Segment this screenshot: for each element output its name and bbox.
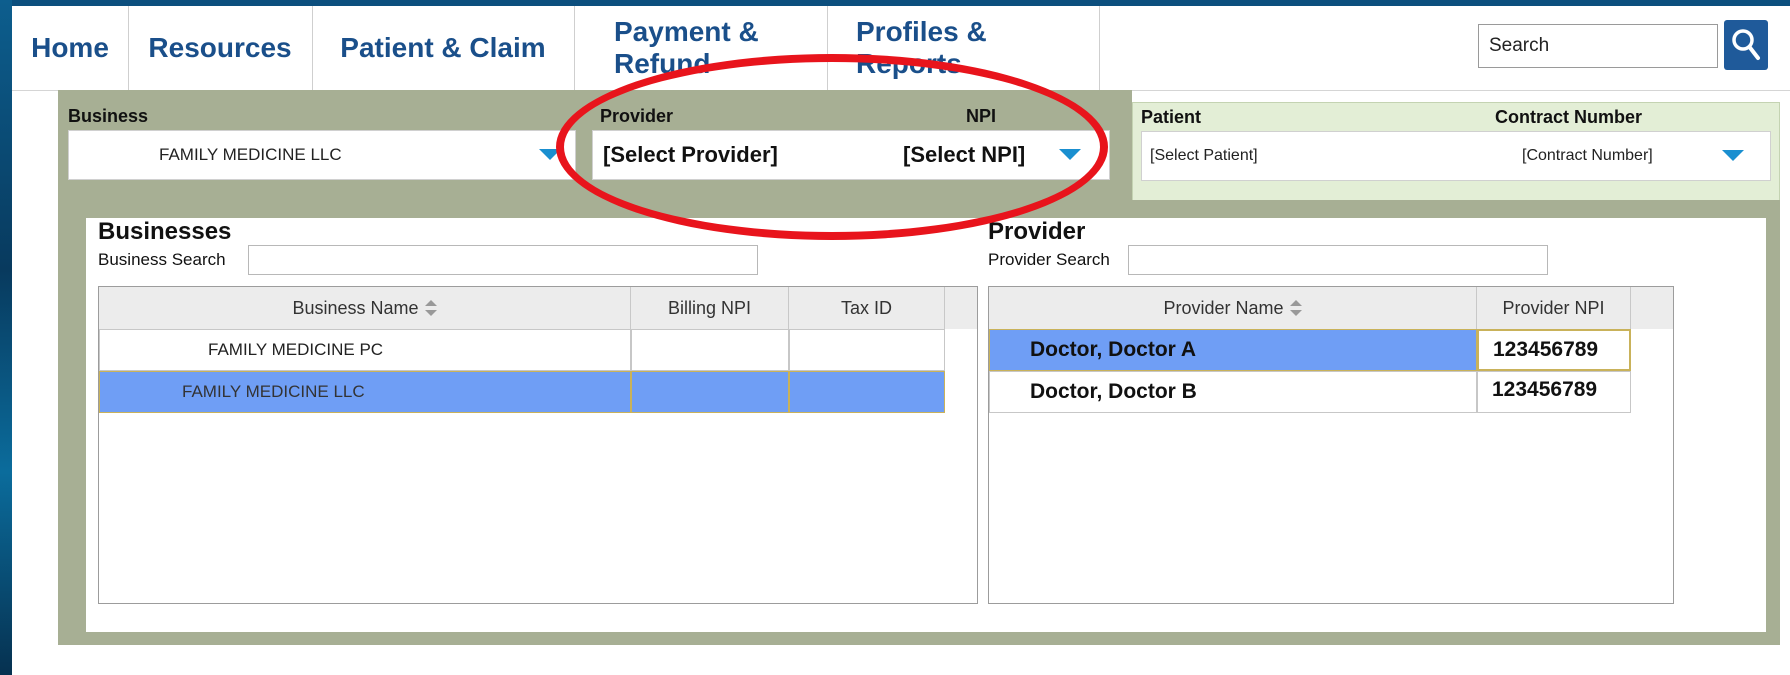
patient-band: Patient Contract Number [Select Patient]… — [1132, 102, 1780, 202]
business-dropdown-value: FAMILY MEDICINE LLC — [159, 145, 342, 164]
nav-home[interactable]: Home — [12, 6, 129, 90]
nav-resources[interactable]: Resources — [128, 6, 313, 90]
business-row-name-selected[interactable]: FAMILY MEDICINE LLC — [99, 371, 631, 413]
nav-profiles-reports[interactable]: Profiles & Reports — [828, 6, 1100, 90]
column-header-spacer — [1631, 287, 1673, 329]
window-frame-left — [0, 0, 12, 675]
patient-dropdown-value: [Select Patient] — [1150, 147, 1258, 164]
business-dropdown[interactable]: FAMILY MEDICINE LLC — [68, 130, 576, 180]
business-label: Business — [68, 106, 149, 126]
provider-npi-dropdown[interactable]: [Select Provider] [Select NPI] — [592, 130, 1110, 180]
column-header-label: Tax ID — [840, 297, 892, 318]
provider-row-npi-selected[interactable]: 123456789 — [1477, 329, 1631, 371]
app-page: Home Resources Patient & Claim Payment &… — [12, 6, 1790, 675]
provider-row-name-selected[interactable]: Doctor, Doctor A — [989, 329, 1477, 371]
search-icon — [1732, 29, 1760, 60]
business-row-name[interactable]: FAMILY MEDICINE PC — [99, 329, 631, 371]
search-button[interactable] — [1724, 20, 1768, 70]
business-row-npi[interactable] — [631, 329, 789, 371]
sort-icon — [1289, 300, 1302, 316]
nav-patient-claim[interactable]: Patient & Claim — [312, 6, 575, 90]
businesses-title: Businesses — [98, 218, 232, 245]
nav-payment-refund[interactable]: Payment & Refund — [574, 6, 828, 90]
column-header-business-name[interactable]: Business Name — [99, 287, 631, 329]
selector-band: Business FAMILY MEDICINE LLC Provider NP… — [58, 90, 1132, 200]
providers-table: Provider Name Provider NPI Doctor, Docto… — [988, 286, 1674, 604]
search-input[interactable] — [1478, 24, 1718, 68]
npi-label: NPI — [966, 106, 997, 126]
column-header-label: Provider Name — [1163, 297, 1284, 318]
provider-search-input[interactable] — [1128, 245, 1548, 275]
business-search-label: Business Search — [98, 250, 226, 269]
patient-label: Patient — [1141, 107, 1202, 127]
column-header-label: Business Name — [292, 297, 419, 318]
provider-dropdown-value: [Select Provider] — [603, 142, 778, 167]
business-search-input[interactable] — [248, 245, 758, 275]
provider-search-label: Provider Search — [988, 250, 1110, 269]
selection-panel-content: Businesses Business Search Business Name… — [86, 218, 1766, 632]
provider-label: Provider — [600, 106, 674, 126]
business-row-tax-id-selected[interactable] — [789, 371, 945, 413]
chevron-down-icon — [1059, 149, 1081, 160]
provider-row-npi[interactable]: 123456789 — [1477, 371, 1631, 413]
business-row-npi-selected[interactable] — [631, 371, 789, 413]
sort-icon — [424, 300, 437, 316]
contract-number-label: Contract Number — [1495, 107, 1643, 127]
npi-dropdown-value: [Select NPI] — [903, 142, 1026, 167]
column-header-label: Provider NPI — [1502, 297, 1605, 318]
provider-title: Provider — [988, 218, 1086, 245]
chevron-down-icon — [1722, 150, 1744, 161]
column-header-label: Billing NPI — [667, 297, 752, 318]
column-header-provider-name[interactable]: Provider Name — [989, 287, 1477, 329]
column-header-spacer — [945, 287, 977, 329]
provider-row-name[interactable]: Doctor, Doctor B — [989, 371, 1477, 413]
patient-contract-dropdown[interactable]: [Select Patient] [Contract Number] — [1141, 131, 1771, 181]
chevron-down-icon — [539, 149, 561, 160]
column-header-provider-npi[interactable]: Provider NPI — [1477, 287, 1631, 329]
businesses-table: Business Name Billing NPI Tax ID FAMILY … — [98, 286, 978, 604]
column-header-billing-npi[interactable]: Billing NPI — [631, 287, 789, 329]
contract-dropdown-value: [Contract Number] — [1522, 147, 1653, 164]
column-header-tax-id[interactable]: Tax ID — [789, 287, 945, 329]
top-navigation: Home Resources Patient & Claim Payment &… — [12, 6, 1790, 91]
business-row-tax-id[interactable] — [789, 329, 945, 371]
